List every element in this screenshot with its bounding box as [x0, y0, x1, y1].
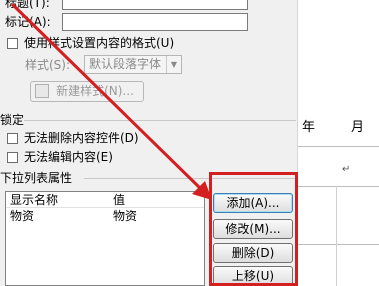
arrow-line [10, 2, 202, 190]
arrow-annotation [10, 2, 212, 200]
